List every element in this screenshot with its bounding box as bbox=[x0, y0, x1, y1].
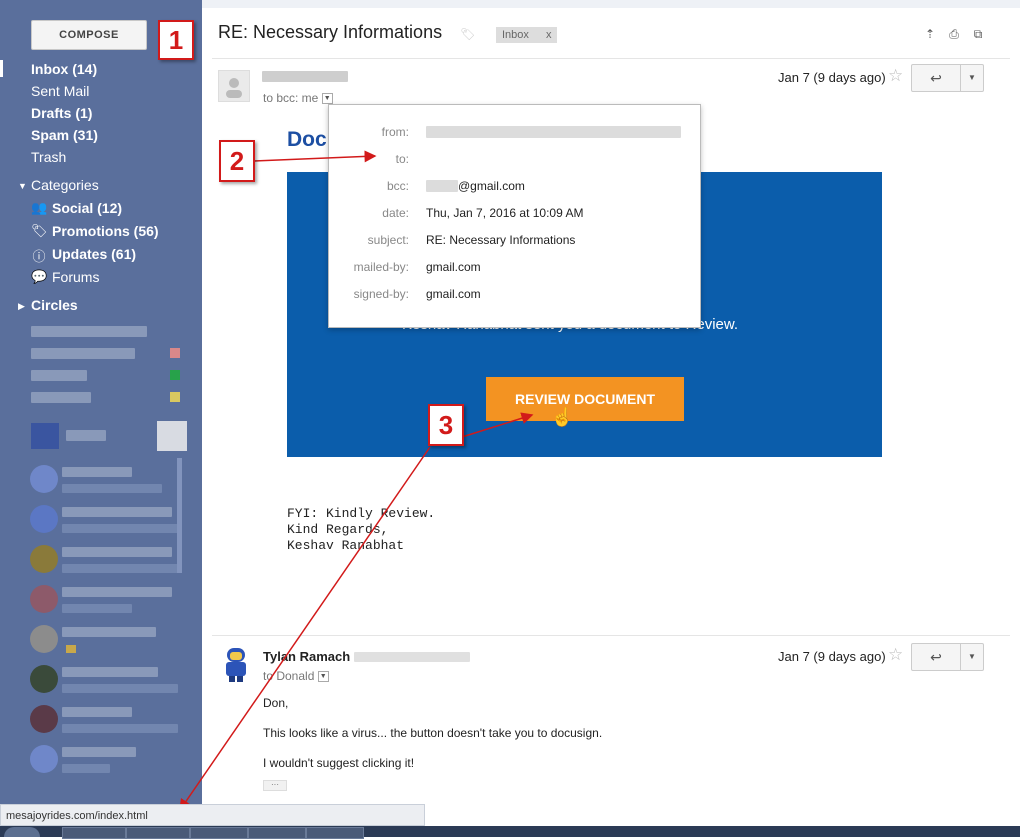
annotation-two: 2 bbox=[219, 140, 255, 182]
start-button[interactable] bbox=[4, 827, 40, 837]
taskbar-app-button[interactable] bbox=[306, 827, 364, 839]
arrow-to-status-url bbox=[179, 446, 431, 812]
browser-status-bar: mesajoyrides.com/index.html bbox=[0, 804, 425, 826]
arrow-to-field bbox=[252, 150, 377, 163]
annotation-arrows bbox=[179, 150, 534, 812]
status-url: mesajoyrides.com/index.html bbox=[6, 810, 148, 822]
taskbar-app-button[interactable] bbox=[126, 827, 190, 839]
taskbar-app-button[interactable] bbox=[248, 827, 306, 839]
arrow-to-button bbox=[461, 412, 534, 438]
annotation-three: 3 bbox=[428, 404, 464, 446]
taskbar-app-button[interactable] bbox=[62, 827, 126, 839]
annotation-one: 1 bbox=[158, 20, 194, 60]
taskbar-app-button[interactable] bbox=[190, 827, 248, 839]
